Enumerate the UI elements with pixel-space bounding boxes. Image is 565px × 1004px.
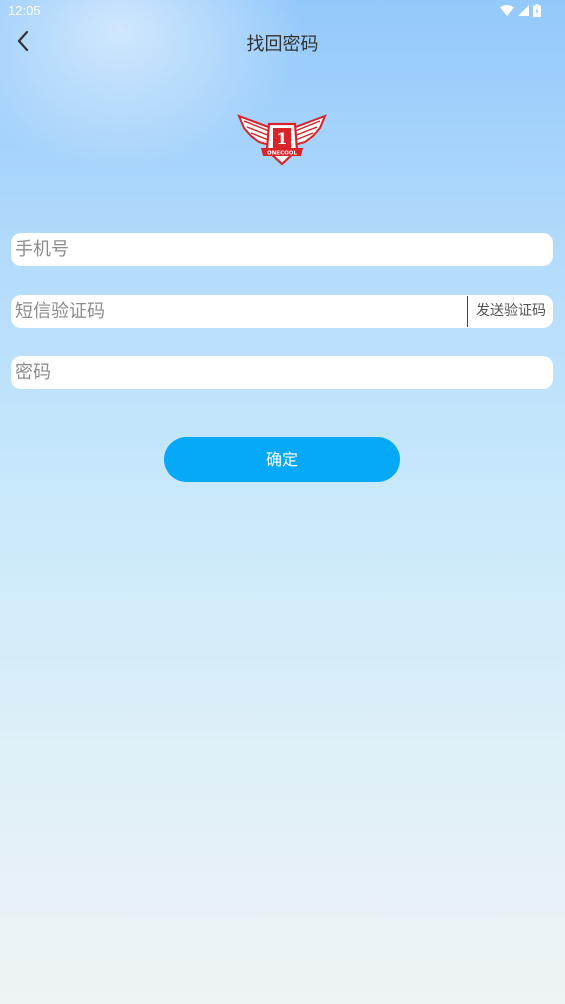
phone-field xyxy=(11,233,553,266)
sms-code-field: 发送验证码 xyxy=(11,295,553,328)
password-input[interactable] xyxy=(15,356,545,389)
sms-code-input[interactable] xyxy=(15,295,463,328)
cell-signal-icon xyxy=(518,4,529,16)
logo-number: 1 xyxy=(276,129,287,148)
status-bar: 12:05 xyxy=(0,0,565,22)
onecool-logo-icon: 1 ONECOOL xyxy=(237,114,327,166)
app-logo: 1 ONECOOL xyxy=(235,112,329,170)
send-code-button[interactable]: 发送验证码 xyxy=(469,295,553,328)
confirm-button[interactable]: 确定 xyxy=(164,437,400,482)
password-field xyxy=(11,356,553,389)
page-title: 找回密码 xyxy=(246,34,319,55)
status-icons xyxy=(500,3,541,17)
title-bar: 找回密码 xyxy=(0,22,565,60)
sms-divider xyxy=(467,296,468,327)
battery-icon xyxy=(533,3,541,17)
logo-text: ONECOOL xyxy=(267,151,297,157)
wifi-icon xyxy=(500,4,514,16)
phone-input[interactable] xyxy=(15,233,545,266)
status-time: 12:05 xyxy=(8,3,41,18)
